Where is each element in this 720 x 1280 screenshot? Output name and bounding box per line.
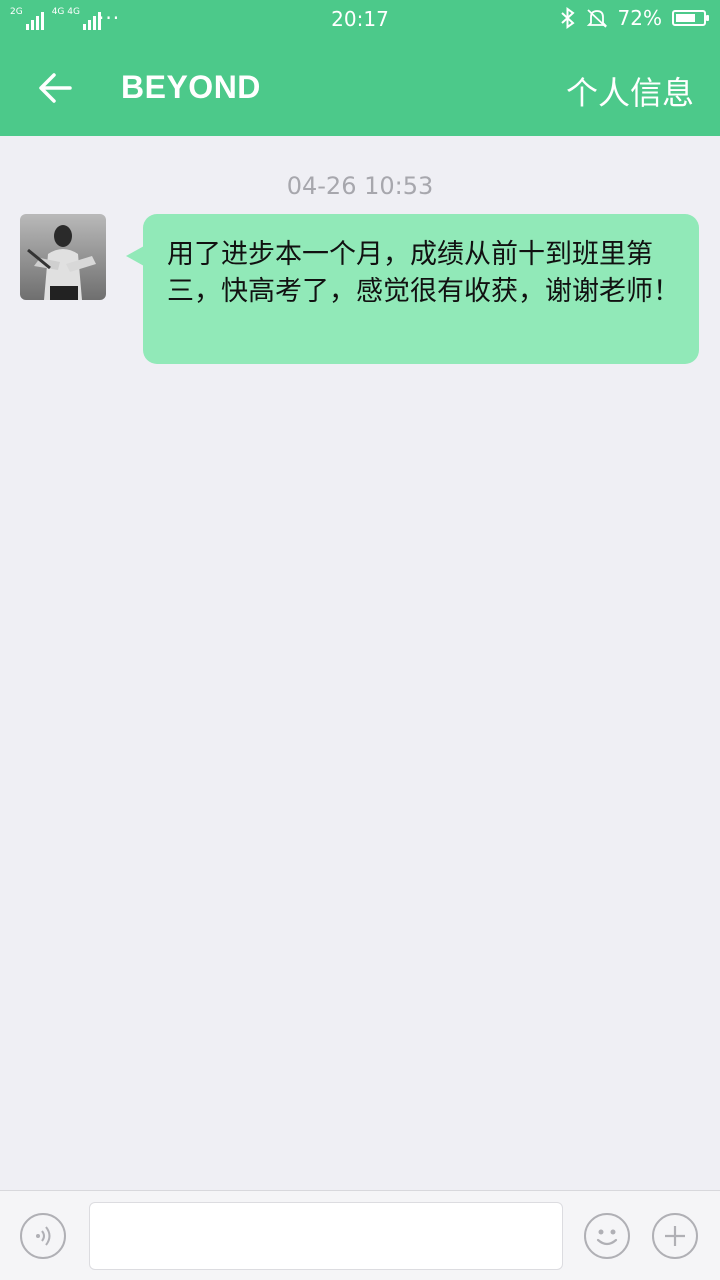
arrow-left-icon[interactable] <box>36 68 76 108</box>
battery-fill <box>676 14 695 22</box>
bluetooth-icon <box>560 7 575 29</box>
message-bubble[interactable]: 用了进步本一个月，成绩从前十到班里第三，快高考了，感觉很有收获，谢谢老师！ <box>143 214 699 364</box>
bell-off-icon <box>586 9 607 28</box>
battery-icon <box>672 10 709 26</box>
message-text: 用了进步本一个月，成绩从前十到班里第三，快高考了，感觉很有收获，谢谢老师！ <box>167 239 680 307</box>
emoji-button[interactable] <box>584 1213 630 1259</box>
voice-button[interactable] <box>20 1213 66 1259</box>
status-bar: 2G 4G 4G ··· 20:17 72% <box>0 0 720 38</box>
avatar[interactable] <box>20 214 106 300</box>
app-header: BEYOND 个人信息 <box>0 38 720 136</box>
battery-percent: 72% <box>617 6 662 30</box>
profile-info-link[interactable]: 个人信息 <box>566 68 694 114</box>
input-bar <box>0 1190 720 1280</box>
plus-icon <box>665 1226 685 1246</box>
emoji-icon <box>596 1229 618 1246</box>
bubble-tail <box>126 246 144 266</box>
page-title: BEYOND <box>121 69 261 105</box>
voice-icon <box>36 1226 51 1246</box>
message-timestamp: 04-26 10:53 <box>286 172 434 200</box>
message-input[interactable] <box>89 1202 563 1270</box>
plus-button[interactable] <box>652 1213 698 1259</box>
